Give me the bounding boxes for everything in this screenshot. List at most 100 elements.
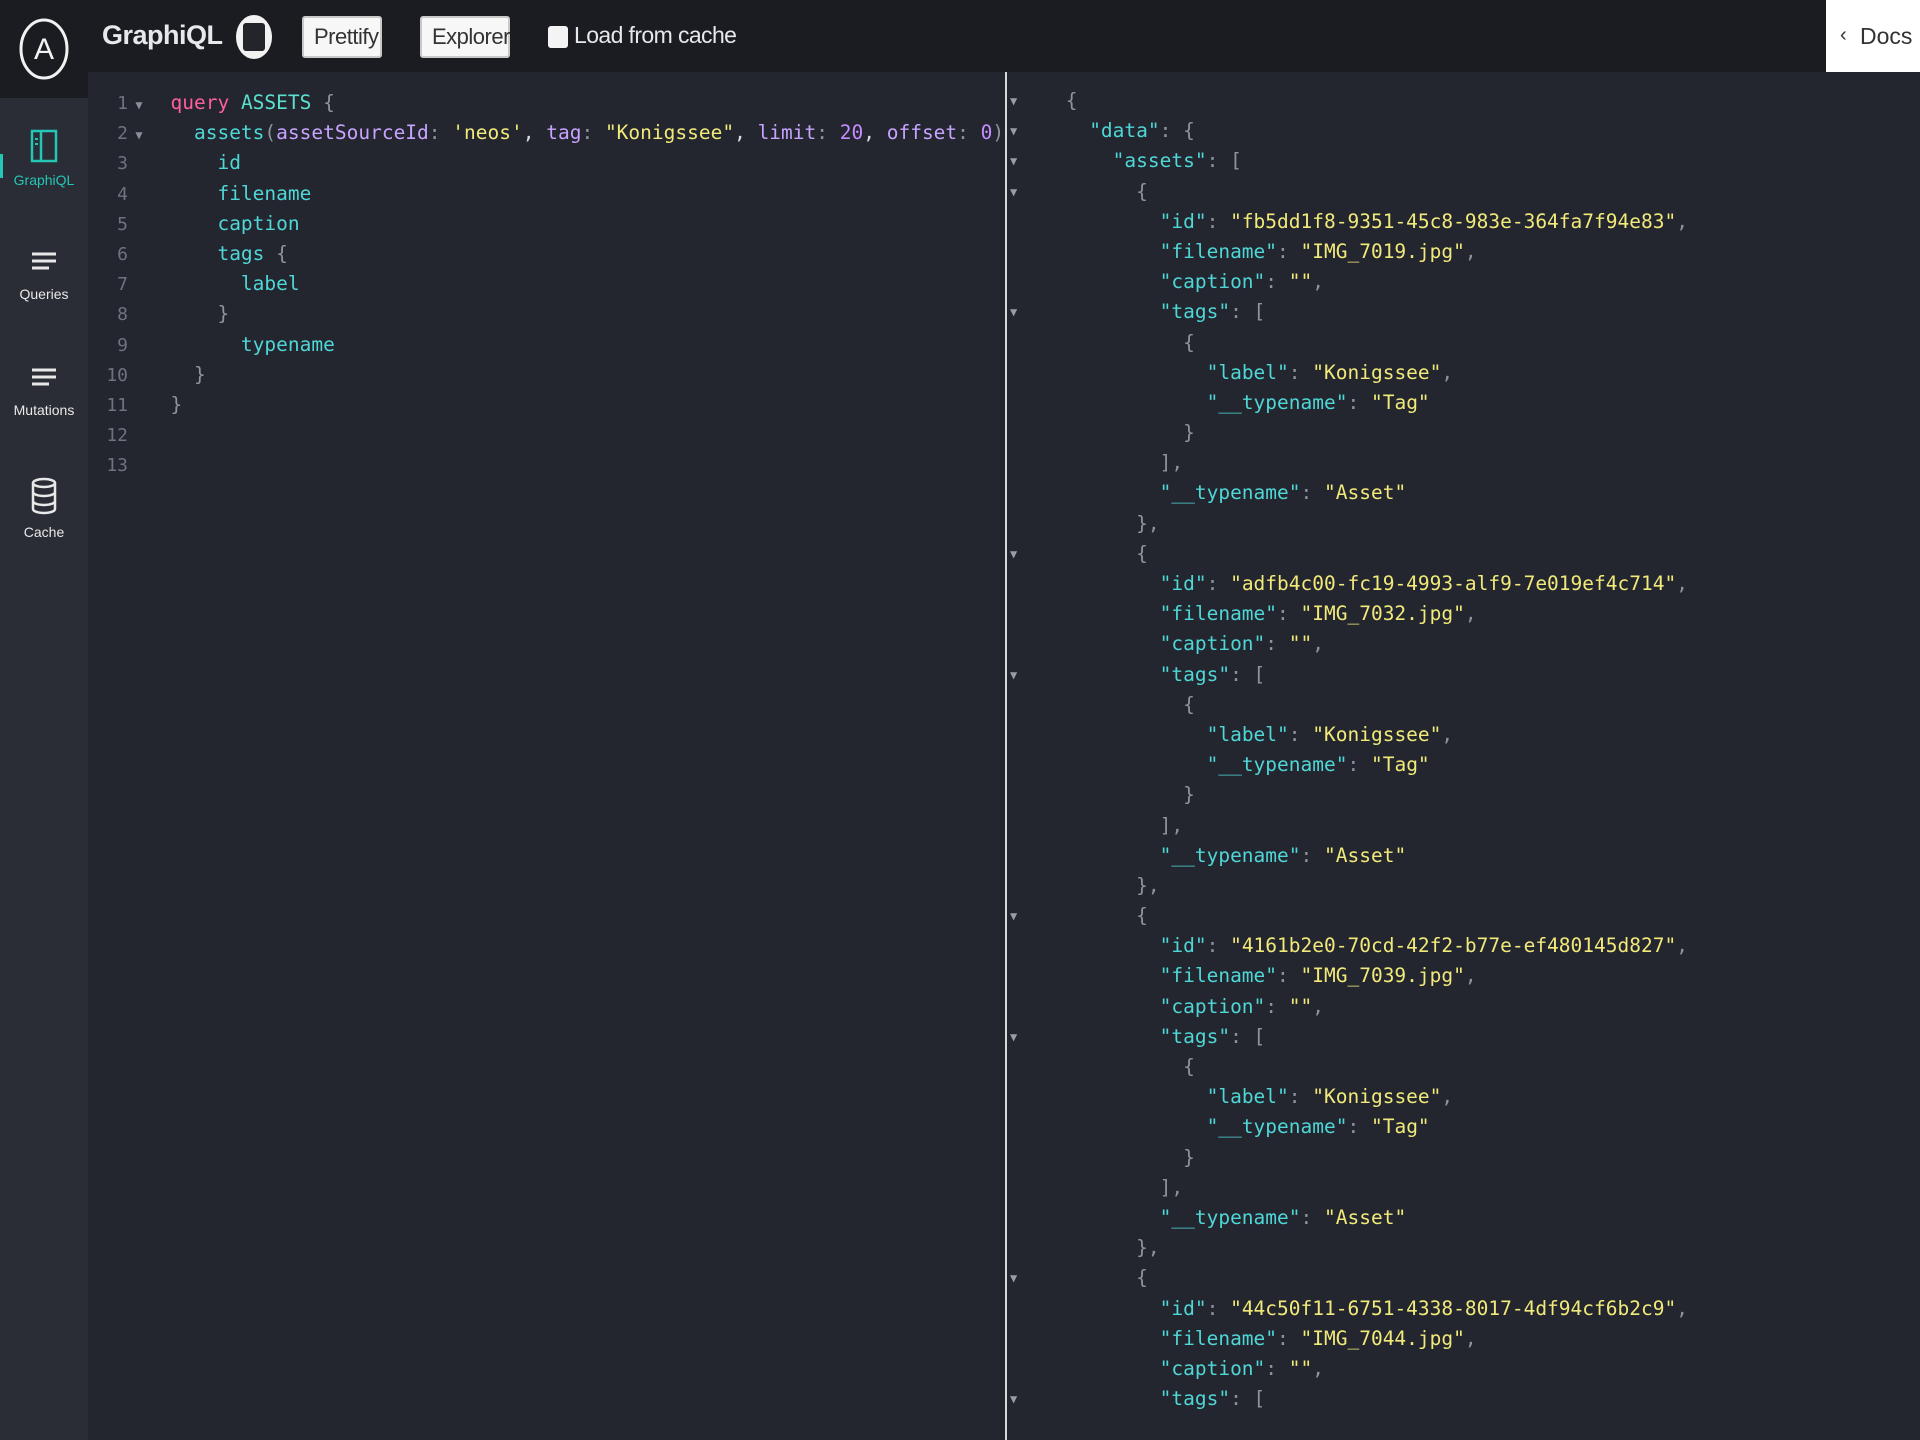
json-line: { xyxy=(1007,330,1195,354)
code-line: 6 tags { xyxy=(117,241,288,265)
json-line: } xyxy=(1007,1145,1195,1169)
json-line: "__typename": "Tag" xyxy=(1206,390,1430,414)
code-line: 12 xyxy=(106,425,128,447)
load-from-cache-checkbox[interactable] xyxy=(548,26,568,48)
code-line: 4 filename xyxy=(117,181,312,205)
json-line: ▼ { xyxy=(1007,901,1688,931)
fold-arrow-icon[interactable]: ▼ xyxy=(1010,177,1017,207)
json-line: "filename": "IMG_7039.jpg", xyxy=(1159,964,1477,988)
json-line: ▼ { xyxy=(1007,539,1688,569)
json-line: ▼ "assets": [ xyxy=(1007,146,1688,176)
code-line: 10 } xyxy=(106,362,206,386)
json-line: ▼ "tags": [ xyxy=(1007,1384,1688,1414)
top-toolbar: GraphiQL Prettify Explorer Load from cac… xyxy=(0,0,1920,72)
chevron-left-icon: ‹ xyxy=(1840,24,1847,46)
json-line: ▼ "tags": [ xyxy=(1007,297,1688,327)
json-line: "caption": "", xyxy=(1159,270,1325,294)
json-line: ▼ "tags": [ xyxy=(1007,1022,1688,1052)
code-line: 7 label xyxy=(117,272,300,296)
app-title: GraphiQL xyxy=(102,20,223,50)
docs-label: Docs xyxy=(1860,23,1913,49)
json-line: } xyxy=(1007,783,1195,807)
json-line: "__typename": "Asset" xyxy=(1159,843,1407,867)
fold-arrow-icon[interactable]: ▼ xyxy=(1010,1022,1017,1052)
sidebar-item-label: GraphiQL xyxy=(13,172,75,188)
result-viewer: ▼ { ▼ "data": { ▼ "assets": [ ▼ { "id": … xyxy=(1007,72,1920,1440)
json-line: "caption": "", xyxy=(1159,1356,1325,1380)
prettify-button[interactable]: Prettify xyxy=(302,16,382,58)
json-line: "label": "Konigssee", xyxy=(1206,1085,1454,1109)
fold-arrow-icon[interactable]: ▼ xyxy=(1010,1263,1017,1293)
sidebar-item-graphiql[interactable]: GraphiQL xyxy=(0,128,88,238)
json-line: "id": "44c50f11-6751-4338-8017-4df94cf6b… xyxy=(1159,1296,1688,1320)
json-line: }, xyxy=(1007,873,1160,897)
json-line: "id": "adfb4c00-fc19-4993-alf9-7e019ef4c… xyxy=(1159,572,1688,595)
json-line: { xyxy=(1007,1055,1195,1078)
fold-arrow-icon[interactable]: ▼ xyxy=(131,120,147,150)
json-line: "__typename": "Tag" xyxy=(1206,753,1430,777)
sidebar: A GraphiQL Queries Mutations Cache xyxy=(0,0,88,1440)
sidebar-item-queries[interactable]: Queries xyxy=(0,248,88,358)
fold-arrow-icon[interactable]: ▼ xyxy=(1010,146,1017,176)
code-line: 2 ▼ assets(assetSourceId: 'neos', tag: "K… xyxy=(88,118,1027,150)
json-line: "label": "Konigssee", xyxy=(1206,360,1454,384)
list-icon xyxy=(32,252,56,270)
explorer-button[interactable]: Explorer xyxy=(420,16,510,58)
sidebar-item-label: Cache xyxy=(23,524,65,540)
svg-text:A: A xyxy=(34,33,54,66)
json-line: ▼ { xyxy=(1007,177,1688,207)
sidebar-item-cache[interactable]: Cache xyxy=(0,476,88,586)
json-line: } xyxy=(1007,421,1195,445)
graphiql-icon xyxy=(30,129,58,163)
json-line: ▼ { xyxy=(1007,86,1688,116)
json-line: "caption": "", xyxy=(1159,632,1325,656)
database-icon xyxy=(31,477,57,515)
json-line: "caption": "", xyxy=(1159,994,1325,1018)
code-line: 1 ▼ query ASSETS { xyxy=(88,88,1028,118)
json-line: }, xyxy=(1007,511,1160,535)
fold-arrow-icon[interactable]: ▼ xyxy=(1010,1384,1017,1414)
json-line: ], xyxy=(1007,813,1184,837)
fold-arrow-icon[interactable]: ▼ xyxy=(1010,297,1017,327)
json-line: "filename": "IMG_7019.jpg", xyxy=(1159,239,1477,263)
fold-arrow-icon[interactable]: ▼ xyxy=(1010,539,1017,569)
apollo-logo: A xyxy=(0,0,88,98)
json-line: ▼ "data": { xyxy=(1007,116,1688,146)
json-line: ▼ "tags": [ xyxy=(1007,660,1688,690)
fold-arrow-icon[interactable]: ▼ xyxy=(1010,660,1017,690)
code-line: 5 caption xyxy=(117,211,300,235)
sidebar-item-mutations[interactable]: Mutations xyxy=(0,364,88,474)
query-code: 1 ▼ query ASSETS { 2 ▼ assets(assetSourceI… xyxy=(88,88,1028,480)
code-line: 9 typename xyxy=(117,332,335,356)
result-json: ▼ { ▼ "data": { ▼ "assets": [ ▼ { "id": … xyxy=(1007,86,1688,1414)
json-line: "__typename": "Asset" xyxy=(1159,481,1407,505)
json-line: ▼ { xyxy=(1007,1263,1688,1293)
json-line: "id": "4161b2e0-70cd-42f2-b77e-ef480145d… xyxy=(1159,934,1688,958)
code-line: 13 xyxy=(106,455,128,477)
json-line: }, xyxy=(1007,1236,1160,1260)
json-line: "__typename": "Asset" xyxy=(1159,1205,1407,1229)
code-line: 11 } xyxy=(106,392,183,416)
json-line: "__typename": "Tag" xyxy=(1206,1115,1430,1139)
list-icon xyxy=(32,368,56,386)
code-line: 3 id xyxy=(117,151,241,175)
fold-arrow-icon[interactable]: ▼ xyxy=(1010,901,1017,931)
sidebar-item-label: Queries xyxy=(19,286,69,302)
fold-arrow-icon[interactable]: ▼ xyxy=(1010,116,1017,146)
load-from-cache-label[interactable]: Load from cache xyxy=(574,22,737,49)
json-line: "id": "fb5dd1f8-9351-45c8-983e-364fa7f94… xyxy=(1159,209,1688,233)
fold-arrow-icon[interactable]: ▼ xyxy=(131,90,147,120)
fold-arrow-icon[interactable]: ▼ xyxy=(1010,86,1017,116)
docs-button[interactable]: ‹ Docs xyxy=(1826,0,1920,72)
json-line: ], xyxy=(1007,451,1184,475)
json-line: "filename": "IMG_7032.jpg", xyxy=(1159,602,1477,626)
json-line: ], xyxy=(1007,1175,1184,1199)
json-line: "label": "Konigssee", xyxy=(1206,722,1454,746)
run-query-button[interactable] xyxy=(236,15,272,59)
apollo-logo-icon: A xyxy=(19,18,69,80)
graphiql-app: GraphiQL Prettify Explorer Load from cac… xyxy=(0,0,1920,1440)
code-line: 8 } xyxy=(117,302,230,326)
sidebar-item-label: Mutations xyxy=(13,402,75,418)
query-editor[interactable]: 1 ▼ query ASSETS { 2 ▼ assets(assetSourceI… xyxy=(88,72,1028,1440)
json-line: "filename": "IMG_7044.jpg", xyxy=(1159,1326,1477,1350)
